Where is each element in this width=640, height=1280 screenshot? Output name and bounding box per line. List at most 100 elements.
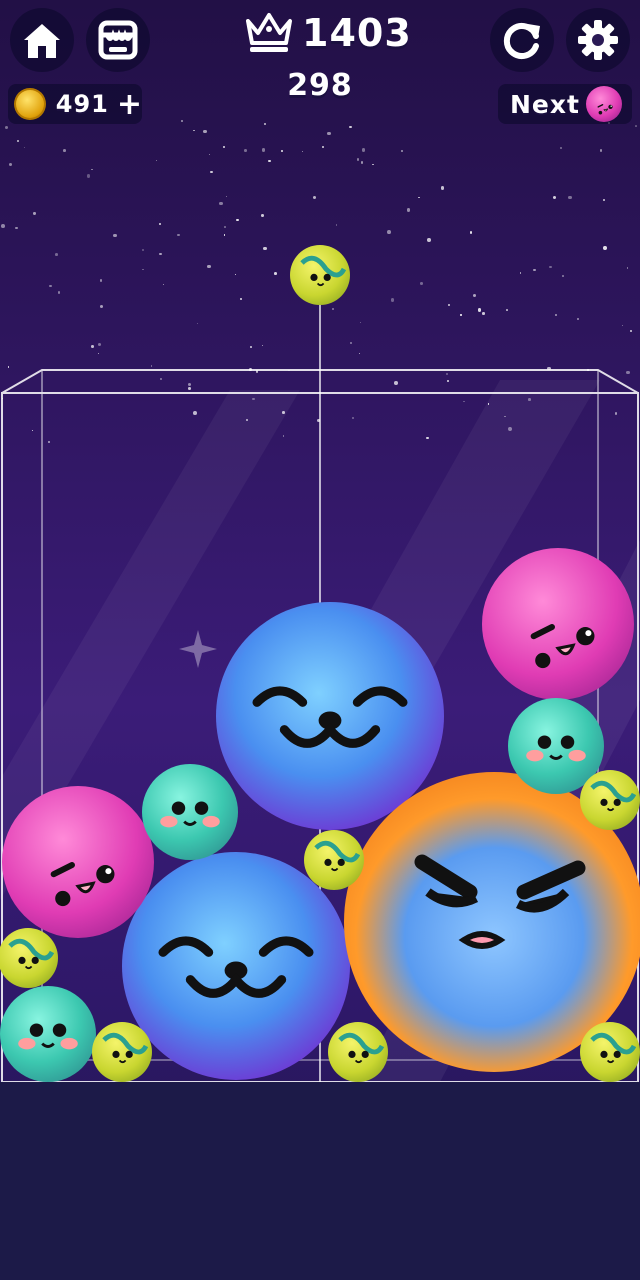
star <box>100 304 104 308</box>
star <box>4 125 8 129</box>
ball-pink <box>2 786 154 938</box>
next-label: Next <box>510 89 580 119</box>
restart-button[interactable] <box>490 8 554 72</box>
star <box>208 153 211 155</box>
star <box>193 411 197 416</box>
star <box>268 159 271 163</box>
star <box>390 298 395 302</box>
star <box>487 403 490 406</box>
ball-teal <box>0 986 96 1082</box>
star <box>554 313 558 317</box>
gear-icon <box>578 20 618 60</box>
star <box>245 418 248 421</box>
star <box>158 222 161 225</box>
star <box>235 218 239 222</box>
star <box>57 291 60 294</box>
ball-yellow <box>580 770 640 830</box>
star <box>547 366 551 371</box>
star <box>262 148 266 152</box>
held-ball-yellow <box>290 245 350 305</box>
star <box>626 267 629 269</box>
star <box>91 168 93 170</box>
star <box>322 145 325 149</box>
star <box>15 226 18 230</box>
star <box>239 298 243 301</box>
star <box>197 323 199 325</box>
star <box>9 162 13 166</box>
star <box>163 283 165 286</box>
add-coins-button[interactable]: + <box>117 87 142 122</box>
star <box>187 387 191 390</box>
star <box>263 246 267 251</box>
star <box>327 131 332 136</box>
star <box>33 212 36 215</box>
star <box>188 383 192 387</box>
ball-yellow <box>92 1022 152 1082</box>
ball-yellow <box>328 1022 388 1082</box>
star <box>615 412 618 415</box>
star <box>156 160 158 162</box>
star <box>599 149 603 153</box>
coin-counter[interactable]: 491 + <box>8 84 142 124</box>
star <box>222 146 225 149</box>
star <box>635 124 637 127</box>
star <box>622 325 624 327</box>
star <box>206 264 211 269</box>
star <box>252 397 255 401</box>
shop-button[interactable] <box>86 8 150 72</box>
star <box>224 225 227 228</box>
star <box>372 163 375 166</box>
star <box>159 252 162 256</box>
star <box>261 213 265 217</box>
star <box>472 294 477 298</box>
best-score: 1403 <box>244 8 412 58</box>
star <box>463 400 465 403</box>
star <box>426 437 429 440</box>
star <box>358 352 360 355</box>
star <box>477 308 482 312</box>
star <box>203 129 207 133</box>
star <box>629 329 633 333</box>
star <box>460 314 462 316</box>
settings-button[interactable] <box>566 8 630 72</box>
star <box>63 149 67 152</box>
star <box>349 341 353 344</box>
star <box>31 429 34 432</box>
star <box>506 309 508 311</box>
ball-yellow <box>0 928 58 988</box>
floor <box>0 1082 640 1280</box>
star <box>301 150 304 153</box>
star <box>141 248 145 251</box>
home-button[interactable] <box>10 8 74 72</box>
star <box>86 174 91 178</box>
star <box>17 139 20 142</box>
crown-icon <box>246 13 292 52</box>
star <box>447 304 450 307</box>
star <box>48 284 52 288</box>
star <box>91 344 94 348</box>
star <box>577 317 580 320</box>
shop-icon <box>98 20 138 60</box>
star <box>361 148 366 152</box>
star <box>159 377 163 381</box>
star <box>250 346 252 348</box>
star <box>427 237 432 242</box>
star <box>533 268 536 272</box>
star <box>562 275 564 278</box>
star <box>180 120 183 123</box>
star <box>142 268 144 271</box>
star <box>244 148 248 152</box>
star <box>210 170 213 174</box>
star <box>177 233 181 237</box>
star <box>263 122 267 126</box>
star <box>223 234 225 236</box>
star <box>219 201 223 206</box>
star <box>335 223 338 226</box>
coin-amount: 491 <box>55 90 109 118</box>
star <box>331 307 334 310</box>
game-screen[interactable]: 491 + 1403 298 Next <box>0 0 640 1280</box>
star <box>98 353 100 355</box>
star <box>349 125 352 128</box>
ball-yellow <box>304 830 364 890</box>
star <box>586 368 589 371</box>
